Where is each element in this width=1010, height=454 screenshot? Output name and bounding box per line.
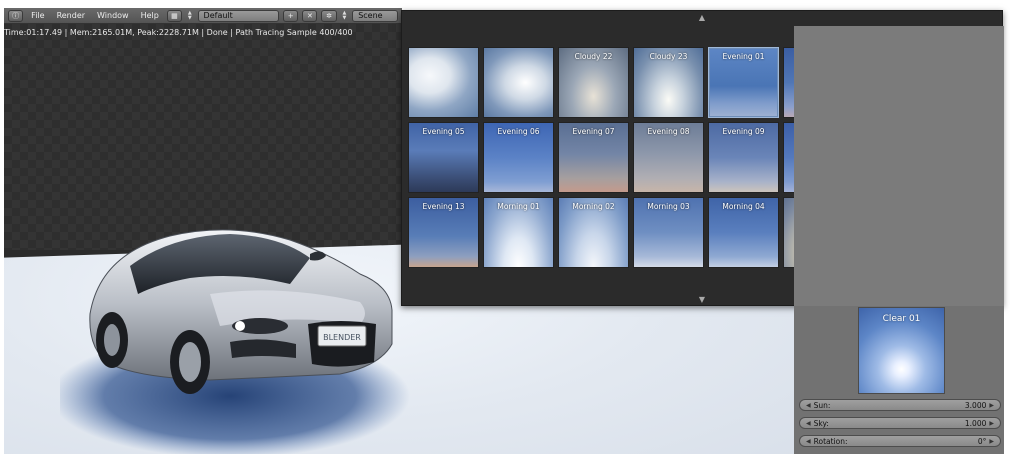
sky-preview-tile-label: Morning 01 <box>497 202 540 211</box>
scroll-down-arrow-icon[interactable]: ▼ <box>699 295 705 304</box>
sky-preview-tile[interactable] <box>483 47 554 118</box>
sky-preview-tile-label: Cloudy 23 <box>649 52 688 61</box>
plus-icon: + <box>287 11 294 20</box>
render-status-text: Time:01:17.49 | Mem:2165.01M, Peak:2228.… <box>4 28 353 37</box>
scene-cycle-arrows-icon[interactable]: ▲ ▼ <box>341 10 349 22</box>
sky-preview-tile[interactable]: Evening 09 <box>708 122 779 193</box>
sky-preview-tile[interactable]: Evening 05 <box>408 122 479 193</box>
sun-label: Sun: <box>813 400 831 410</box>
sky-preview-tile-label: Evening 09 <box>722 127 765 136</box>
sky-preview-tile[interactable]: Evening 01 <box>708 47 779 118</box>
screen-layout-icon-button[interactable]: ▦ <box>166 9 183 22</box>
sky-label: Sky: <box>813 418 829 428</box>
scene-icon-button[interactable]: ✲ <box>321 9 337 22</box>
license-plate-text: BLENDER <box>323 333 361 342</box>
sky-preview-tile[interactable]: Evening 13 <box>408 197 479 268</box>
rear-wheel-rim <box>104 324 120 356</box>
close-icon: ✕ <box>306 11 313 20</box>
side-intake <box>230 339 296 358</box>
sky-preview-tile-label: Evening 13 <box>422 202 465 211</box>
increment-icon[interactable]: ▶ <box>989 420 994 427</box>
headlight-glow <box>235 321 245 331</box>
scroll-up-arrow-icon[interactable]: ▲ <box>699 13 705 22</box>
info-header: ⓘ File Render Window Help ▦ ▲ ▼ Default +… <box>4 8 402 24</box>
sky-preview-tile[interactable]: Evening 06 <box>483 122 554 193</box>
rotation-value: 0° <box>977 436 987 446</box>
sky-preview-tile[interactable] <box>408 47 479 118</box>
scene-icon: ✲ <box>326 11 332 20</box>
layout-cycle-arrows-icon[interactable]: ▲ ▼ <box>186 10 194 22</box>
layout-grid-icon: ▦ <box>171 11 178 20</box>
sky-preview-tile-label: Evening 06 <box>497 127 540 136</box>
editor-type-button[interactable]: ⓘ <box>8 9 24 22</box>
sun-slider[interactable]: ◀ Sun: 3.000 ▶ <box>799 399 1001 411</box>
info-icon: ⓘ <box>12 11 20 20</box>
sky-preview-tile[interactable]: Cloudy 23 <box>633 47 704 118</box>
scene-field[interactable]: Scene <box>352 9 399 22</box>
sky-preview-label: Clear 01 <box>882 314 921 324</box>
sky-slider[interactable]: ◀ Sky: 1.000 ▶ <box>799 417 1001 429</box>
sky-preview-tile-label: Evening 08 <box>647 127 690 136</box>
increment-icon[interactable]: ▶ <box>989 438 994 445</box>
sky-preview-tile-label: Morning 02 <box>572 202 615 211</box>
rotation-slider[interactable]: ◀ Rotation: 0° ▶ <box>799 435 1001 447</box>
menu-file[interactable]: File <box>27 11 48 20</box>
rotation-label: Rotation: <box>813 436 848 446</box>
sky-preview-tile[interactable]: Morning 03 <box>633 197 704 268</box>
sun-value: 3.000 <box>964 400 987 410</box>
sky-preview-tile-label: Evening 05 <box>422 127 465 136</box>
sky-preview-tile-label: Morning 03 <box>647 202 690 211</box>
delete-layout-button[interactable]: ✕ <box>302 9 318 22</box>
screen-layout-field[interactable]: Default <box>197 9 280 22</box>
sky-preview-tile[interactable]: Morning 04 <box>708 197 779 268</box>
car-render: BLENDER <box>60 229 410 454</box>
increment-icon[interactable]: ▶ <box>989 402 994 409</box>
menu-render[interactable]: Render <box>53 11 89 20</box>
menu-window[interactable]: Window <box>93 11 133 20</box>
sky-preview-tile-label: Morning 04 <box>722 202 765 211</box>
sky-preview-tile-label: Cloudy 22 <box>574 52 613 61</box>
sky-preview-thumbnail[interactable]: Clear 01 <box>858 307 945 394</box>
sky-value: 1.000 <box>964 418 987 428</box>
sky-preview-tile-label: Evening 07 <box>572 127 615 136</box>
front-wheel-rim <box>179 342 201 382</box>
sky-preview-tile[interactable]: Cloudy 22 <box>558 47 629 118</box>
sky-preview-tile-label: Evening 01 <box>722 52 765 61</box>
sky-preview-tile[interactable]: Evening 08 <box>633 122 704 193</box>
menu-help[interactable]: Help <box>137 11 163 20</box>
sky-preview-tile[interactable]: Morning 02 <box>558 197 629 268</box>
sky-preview-tile[interactable]: Morning 01 <box>483 197 554 268</box>
add-layout-button[interactable]: + <box>283 9 299 22</box>
sky-preview-tile[interactable]: Evening 07 <box>558 122 629 193</box>
